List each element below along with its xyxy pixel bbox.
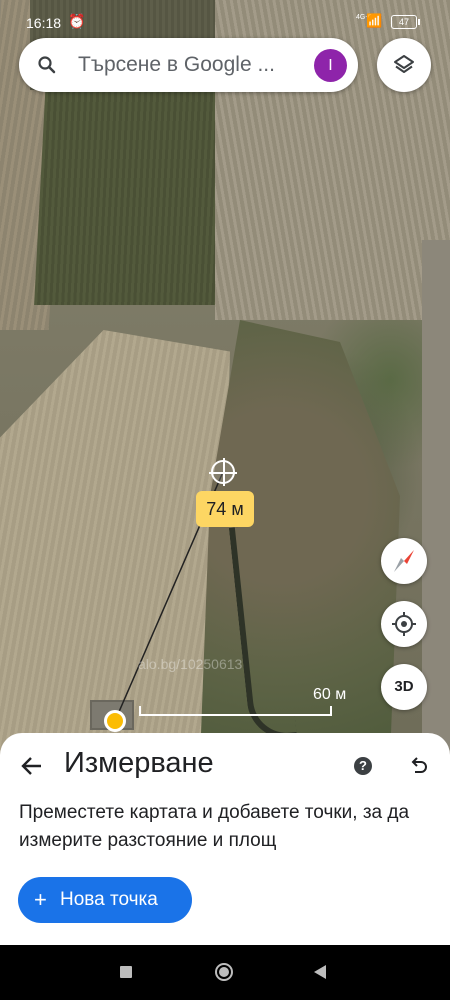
watermark: alo.bg/10250613 [138, 656, 243, 672]
battery-icon: 47 [391, 15, 420, 29]
measure-point-marker[interactable] [104, 710, 126, 732]
search-icon [38, 56, 56, 74]
scale-bar [139, 706, 332, 716]
measure-sheet: Измерване ? Преместете картата и добавет… [0, 733, 450, 945]
sheet-description: Преместете картата и добавете точки, за … [19, 802, 410, 851]
system-nav-bar [0, 945, 450, 1000]
my-location-icon [392, 612, 416, 636]
search-input[interactable]: Търсене в Google ... [78, 53, 298, 77]
account-avatar[interactable]: I [314, 49, 347, 82]
help-icon[interactable]: ? [354, 757, 372, 775]
layers-button[interactable] [377, 38, 431, 92]
new-point-label: Нова точка [60, 889, 158, 910]
my-location-button[interactable] [381, 601, 427, 647]
back-arrow-icon[interactable] [19, 753, 45, 779]
nav-back-icon[interactable] [314, 965, 326, 979]
layers-icon [394, 55, 414, 73]
satellite-map[interactable]: alo.bg/10250613 74 м 60 м 3D [0, 0, 450, 760]
status-time: 16:18 [26, 15, 62, 31]
alarm-icon: ⏰ [68, 13, 86, 29]
search-bar[interactable]: Търсене в Google ... I [19, 38, 358, 92]
recents-icon[interactable] [120, 966, 132, 978]
crosshair-icon [209, 458, 237, 486]
signal-icon: 📶 [366, 13, 383, 28]
new-point-button[interactable]: + Нова точка [18, 877, 192, 923]
distance-label: 74 м [196, 491, 254, 527]
home-icon[interactable] [215, 963, 233, 981]
sheet-title: Измерване [64, 747, 214, 779]
plus-icon: + [34, 887, 47, 912]
compass-icon [394, 550, 414, 572]
compass-button[interactable] [381, 538, 427, 584]
scale-label: 60 м [313, 686, 347, 703]
undo-icon[interactable] [406, 753, 430, 777]
3d-toggle-button[interactable]: 3D [381, 664, 427, 710]
